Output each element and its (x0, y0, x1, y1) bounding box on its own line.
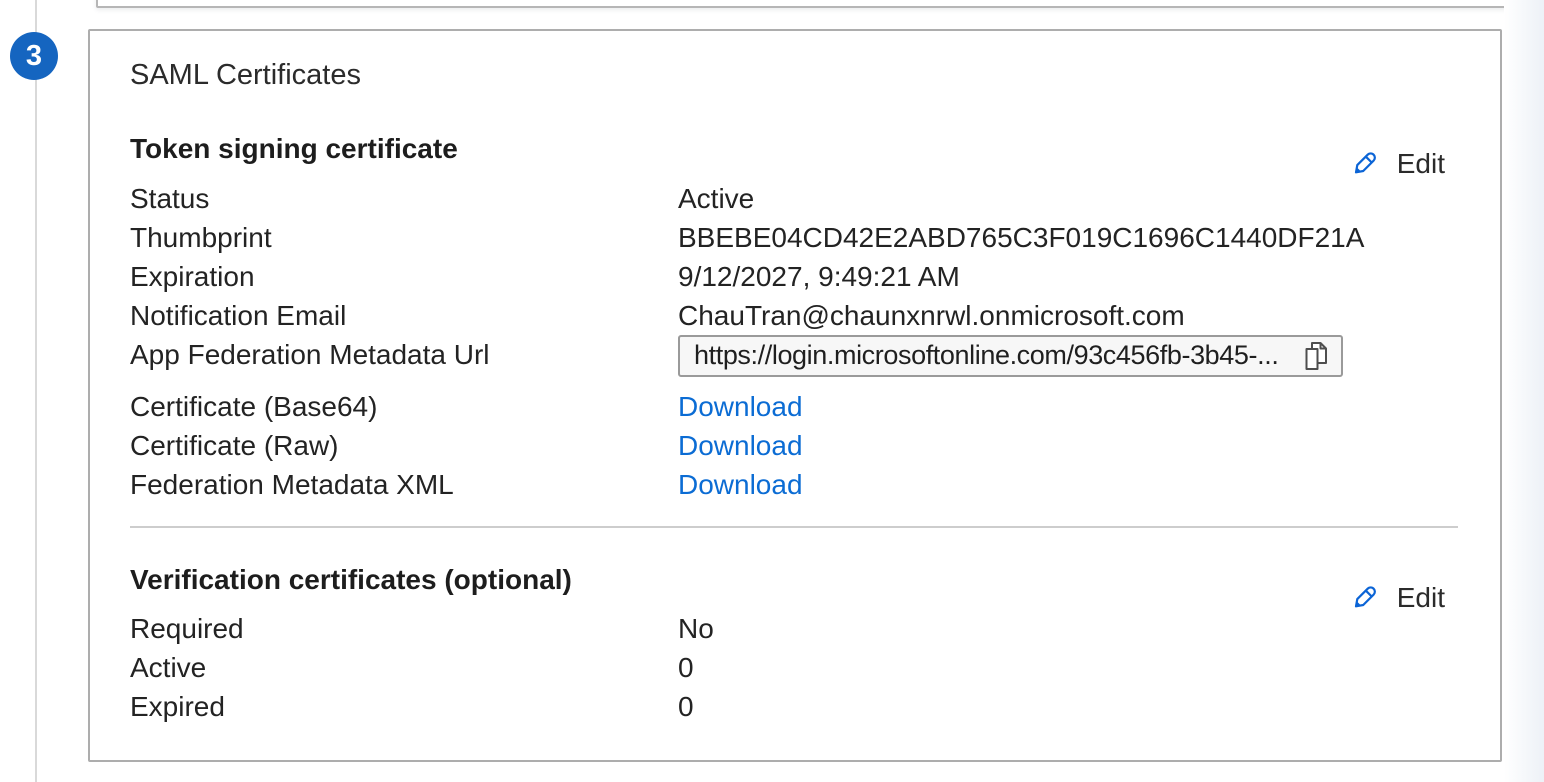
row-label: Expiration (130, 257, 678, 296)
detail-row-federation-metadata-xml: Federation Metadata XML Download (130, 465, 1458, 504)
row-label: Active (130, 648, 678, 687)
verification-certificates-heading: Verification certificates (optional) (130, 562, 1458, 598)
metadata-url-field[interactable]: https://login.microsoftonline.com/93c456… (678, 335, 1343, 377)
detail-row-metadata-url: App Federation Metadata Url https://logi… (130, 335, 1458, 387)
edit-label: Edit (1397, 148, 1445, 180)
row-label: Certificate (Raw) (130, 426, 678, 465)
edit-verification-certificates-button[interactable]: Edit (1346, 580, 1445, 616)
row-value: 0 (678, 648, 1458, 687)
metadata-url-value: https://login.microsoftonline.com/93c456… (694, 336, 1278, 375)
detail-row-cert-raw: Certificate (Raw) Download (130, 426, 1458, 465)
copy-icon[interactable] (1303, 341, 1329, 371)
row-value: 9/12/2027, 9:49:21 AM (678, 257, 1458, 296)
detail-row-cert-base64: Certificate (Base64) Download (130, 387, 1458, 426)
detail-row-status: Status Active (130, 179, 1458, 218)
download-certificate-raw-link[interactable]: Download (678, 430, 803, 461)
detail-row-thumbprint: Thumbprint BBEBE04CD42E2ABD765C3F019C169… (130, 218, 1458, 257)
row-value: BBEBE04CD42E2ABD765C3F019C1696C1440DF21A (678, 218, 1458, 257)
row-label: Certificate (Base64) (130, 387, 678, 426)
detail-row-expired-count: Expired 0 (130, 687, 1458, 726)
pencil-icon (1346, 580, 1382, 616)
download-certificate-base64-link[interactable]: Download (678, 391, 803, 422)
row-label: Required (130, 609, 678, 648)
download-federation-metadata-xml-link[interactable]: Download (678, 469, 803, 500)
pencil-icon (1346, 146, 1382, 182)
row-label: Status (130, 179, 678, 218)
detail-row-required: Required No (130, 609, 1458, 648)
row-value: 0 (678, 687, 1458, 726)
token-signing-details: Status Active Thumbprint BBEBE04CD42E2AB… (130, 179, 1458, 504)
card-title: SAML Certificates (130, 57, 1458, 93)
saml-certificates-card: SAML Certificates Token signing certific… (88, 29, 1502, 762)
previous-section-card-edge (96, 0, 1508, 8)
row-label: App Federation Metadata Url (130, 335, 678, 374)
step-connector-line (35, 0, 37, 782)
detail-row-active-count: Active 0 (130, 648, 1458, 687)
verification-details: Required No Active 0 Expired 0 (130, 609, 1458, 726)
row-value: Active (678, 179, 1458, 218)
row-label: Expired (130, 687, 678, 726)
detail-row-expiration: Expiration 9/12/2027, 9:49:21 AM (130, 257, 1458, 296)
section-divider (130, 526, 1458, 528)
edit-label: Edit (1397, 582, 1445, 614)
edit-token-signing-button[interactable]: Edit (1346, 146, 1445, 182)
row-label: Federation Metadata XML (130, 465, 678, 504)
row-label: Thumbprint (130, 218, 678, 257)
row-value: ChauTran@chaunxnrwl.onmicrosoft.com (678, 296, 1458, 335)
row-label: Notification Email (130, 296, 678, 335)
detail-row-notification-email: Notification Email ChauTran@chaunxnrwl.o… (130, 296, 1458, 335)
step-3-badge: 3 (10, 32, 58, 80)
row-value: No (678, 609, 1458, 648)
page-background-fade (1504, 0, 1544, 782)
token-signing-heading: Token signing certificate (130, 131, 1458, 167)
